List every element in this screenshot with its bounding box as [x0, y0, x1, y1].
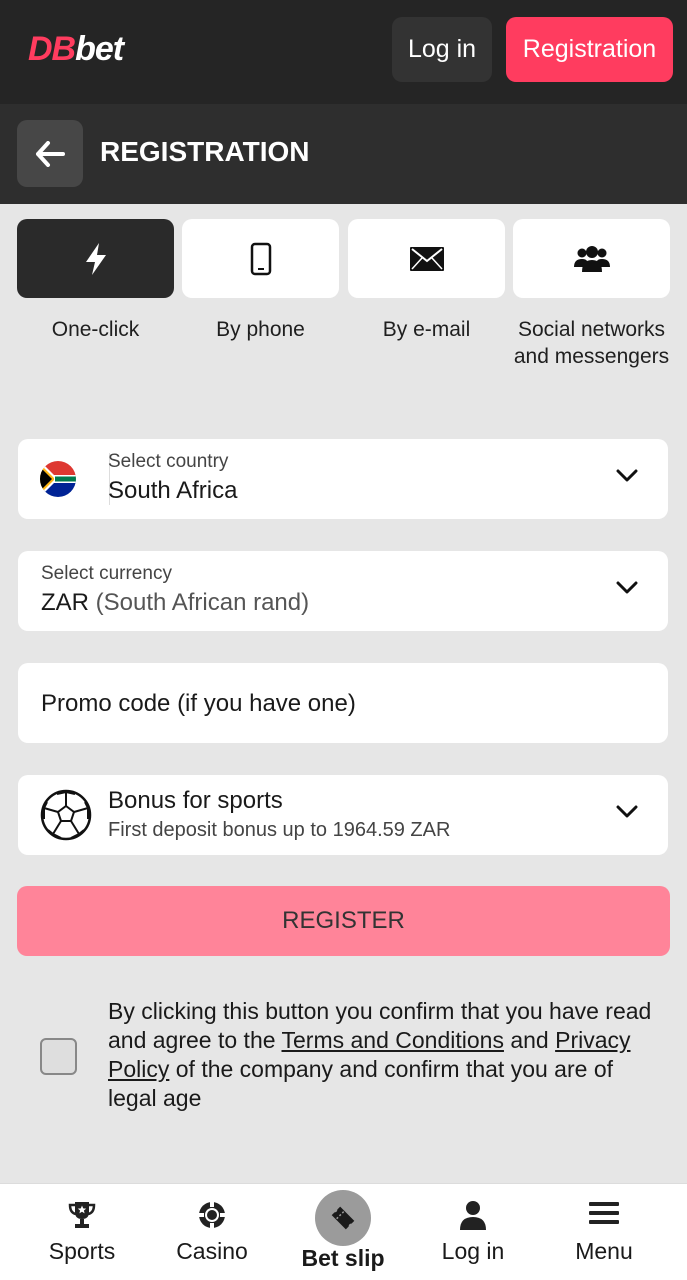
country-select[interactable]: Select country South Africa — [18, 439, 668, 519]
tab-tile — [348, 219, 505, 298]
promo-code-input[interactable]: Promo code (if you have one) — [18, 663, 668, 743]
chevron-down-icon — [616, 581, 638, 594]
currency-value: ZAR (South African rand) — [41, 589, 309, 617]
nav-label: Menu — [575, 1238, 633, 1264]
nav-casino[interactable]: Casino — [147, 1184, 277, 1280]
phone-icon — [250, 242, 271, 275]
tab-by-email[interactable]: By e-mail — [348, 219, 505, 343]
currency-select[interactable]: Select currency ZAR (South African rand) — [18, 551, 668, 631]
currency-name: (South African rand) — [95, 589, 310, 616]
bonus-title: Bonus for sports — [108, 787, 283, 814]
top-header: DBbet Log in Registration — [0, 0, 687, 104]
trophy-icon — [68, 1202, 96, 1228]
bonus-select[interactable]: Bonus for sports First deposit bonus up … — [18, 775, 668, 855]
currency-text: Select currency ZAR (South African rand) — [41, 563, 309, 617]
logo-bet: bet — [75, 30, 124, 68]
currency-code: ZAR — [41, 589, 89, 616]
tab-tile — [513, 219, 670, 298]
bet-slip-circle — [315, 1190, 371, 1246]
lightning-icon — [85, 242, 106, 275]
back-button[interactable] — [17, 120, 83, 187]
dbbet-logo[interactable]: DBbet — [28, 30, 124, 69]
tab-tile — [182, 219, 339, 298]
ticket-icon — [331, 1206, 355, 1230]
nav-bet-slip[interactable]: Bet slip — [278, 1184, 408, 1280]
users-icon — [573, 245, 610, 272]
chevron-down-icon — [616, 469, 638, 482]
bonus-text: Bonus for sports First deposit bonus up … — [108, 787, 450, 842]
hamburger-menu-icon — [589, 1202, 619, 1224]
nav-label: Sports — [48, 1238, 116, 1264]
terms-link[interactable]: Terms and Conditions — [282, 1027, 504, 1053]
chevron-down-icon — [616, 805, 638, 818]
consent-text: By clicking this button you confirm that… — [108, 997, 658, 1113]
nav-menu[interactable]: Menu — [539, 1184, 669, 1280]
tab-label: One-click — [51, 318, 140, 341]
tab-by-phone[interactable]: By phone — [182, 219, 339, 343]
title-bar: REGISTRATION — [0, 104, 687, 204]
page-title: REGISTRATION — [100, 136, 310, 167]
consent-text-part2: and — [503, 1027, 556, 1053]
tab-one-click[interactable]: One-click — [17, 219, 174, 343]
tab-tile — [17, 219, 174, 298]
nav-login[interactable]: Log in — [408, 1184, 538, 1280]
country-text: Select country South Africa — [108, 451, 237, 505]
consent-text-part3: of the company and confirm that you are … — [108, 1056, 613, 1111]
nav-label: Casino — [176, 1238, 248, 1264]
consent-checkbox[interactable] — [40, 1038, 77, 1075]
tab-label: By e-mail — [382, 318, 471, 341]
login-button[interactable]: Log in — [392, 17, 492, 82]
currency-label: Select currency — [41, 563, 172, 584]
tab-social-networks[interactable]: Social networks and messengers — [513, 219, 670, 370]
soccer-ball-icon — [40, 789, 92, 841]
user-icon — [460, 1201, 486, 1230]
bottom-navigation: Sports Casino Bet slip Log in Menu — [0, 1183, 687, 1280]
country-label: Select country — [108, 451, 229, 472]
logo-db: DB — [28, 30, 76, 68]
tab-label: Social networks and messengers — [513, 318, 670, 368]
south-africa-flag-icon — [40, 461, 76, 497]
arrow-left-icon — [36, 140, 65, 167]
bonus-subtitle: First deposit bonus up to 1964.59 ZAR — [108, 819, 451, 841]
casino-chip-icon — [199, 1202, 225, 1228]
nav-label: Bet slip — [301, 1245, 385, 1271]
country-value: South Africa — [108, 477, 238, 504]
registration-method-tabs: One-click By phone By e-mail Social netw… — [17, 219, 670, 409]
promo-code-placeholder: Promo code (if you have one) — [41, 690, 356, 717]
nav-label: Log in — [441, 1238, 505, 1264]
envelope-icon — [409, 246, 444, 271]
nav-sports[interactable]: Sports — [17, 1184, 147, 1280]
register-button[interactable]: REGISTER — [17, 886, 670, 956]
tab-label: By phone — [216, 318, 305, 341]
registration-button[interactable]: Registration — [506, 17, 673, 82]
